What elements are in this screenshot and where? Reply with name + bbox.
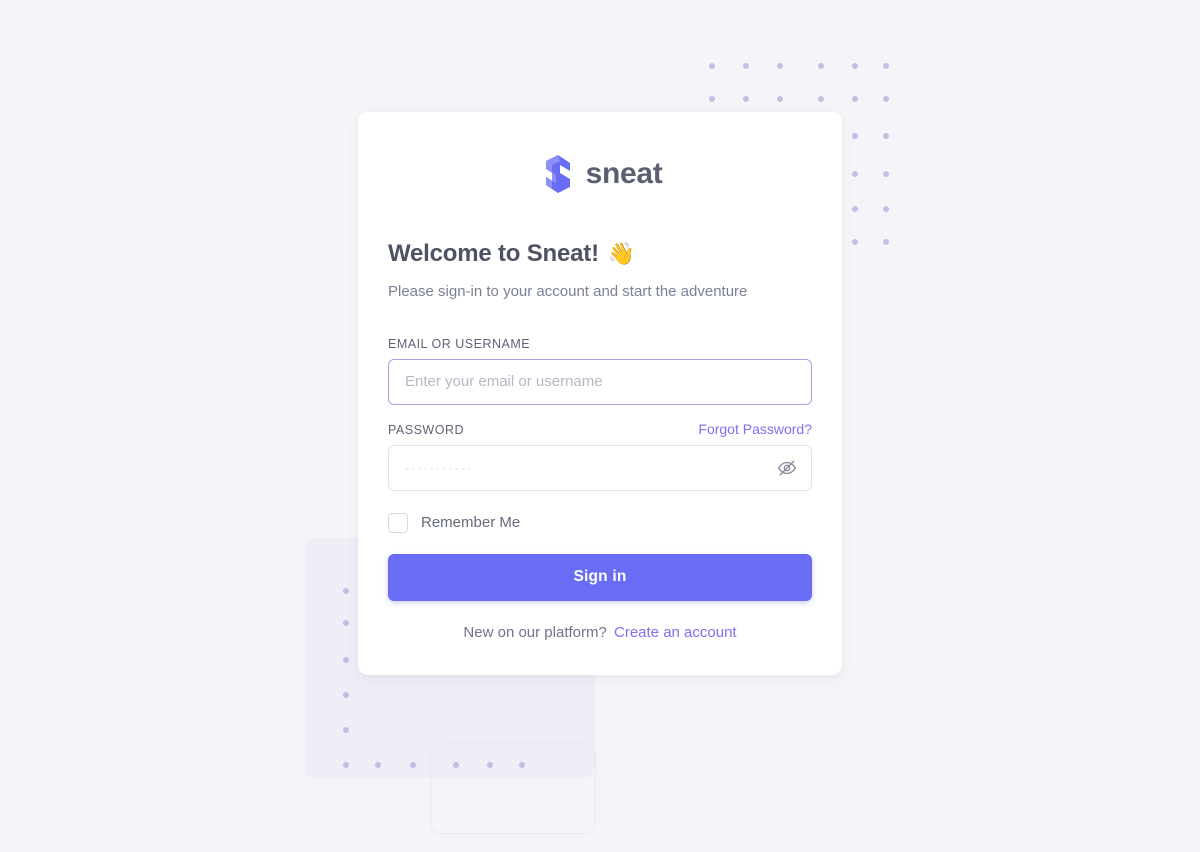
password-label: PASSWORD — [388, 422, 464, 437]
deco-outline-bottom-center — [430, 742, 596, 834]
email-label: EMAIL OR USERNAME — [388, 336, 531, 351]
signup-prompt-text: New on our platform? — [463, 623, 607, 641]
password-label-row: PASSWORD Forgot Password? — [388, 421, 812, 437]
remember-me-row: Remember Me — [388, 512, 812, 533]
sign-in-button[interactable]: Sign in — [388, 553, 812, 601]
create-account-link[interactable]: Create an account — [614, 624, 737, 641]
remember-me-label[interactable]: Remember Me — [421, 514, 520, 531]
password-input[interactable] — [388, 444, 812, 491]
brand-logo: sneat — [388, 154, 812, 194]
page-subtitle: Please sign-in to your account and start… — [388, 283, 748, 300]
password-field-group: PASSWORD Forgot Password? ··········· — [388, 421, 812, 491]
eye-off-icon — [777, 460, 797, 476]
signup-prompt: New on our platform? Create an account — [388, 624, 812, 641]
remember-me-checkbox[interactable] — [388, 512, 408, 533]
email-input[interactable] — [388, 358, 812, 405]
page-title: Welcome to Sneat! 👋 — [388, 240, 812, 268]
welcome-text: Welcome to Sneat! — [388, 240, 599, 267]
sneat-s-logo-icon — [545, 155, 570, 193]
login-card: sneat Welcome to Sneat! 👋 Please sign-in… — [358, 112, 842, 675]
password-input-wrap: ··········· — [388, 444, 812, 491]
email-input-wrap — [388, 358, 812, 405]
toggle-password-visibility-button[interactable] — [776, 457, 798, 479]
waving-hand-icon: 👋 — [607, 241, 636, 266]
email-label-row: EMAIL OR USERNAME — [388, 337, 812, 351]
forgot-password-link[interactable]: Forgot Password? — [698, 421, 812, 437]
brand-name: sneat — [585, 157, 663, 190]
email-field-group: EMAIL OR USERNAME — [388, 337, 812, 405]
